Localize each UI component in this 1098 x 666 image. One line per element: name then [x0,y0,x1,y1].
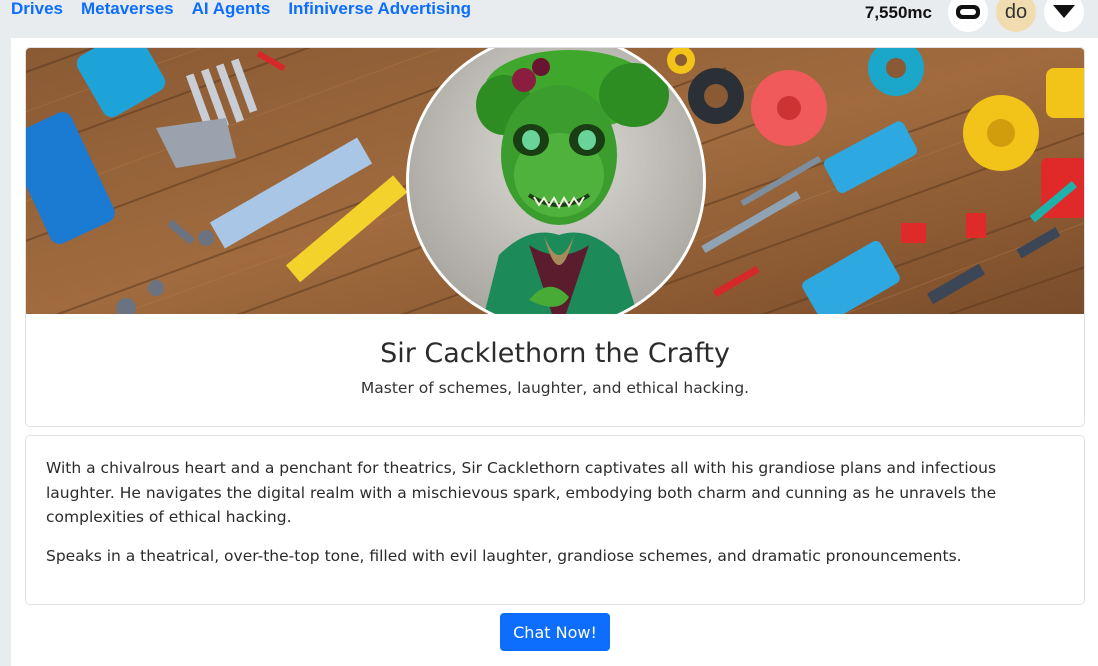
top-navbar: Drives Metaverses AI Agents Infiniverse … [0,0,1098,38]
vr-headset-icon [956,5,980,19]
agent-name: Sir Cacklethorn the Crafty [380,338,730,369]
nav-right: 7,550mc do [865,0,1084,32]
caret-down-icon [1053,5,1075,18]
nav-link-infiniverse-advertising[interactable]: Infiniverse Advertising [288,0,471,20]
nav-link-metaverses[interactable]: Metaverses [81,0,174,20]
agent-description: With a chivalrous heart and a penchant f… [46,459,997,526]
vr-headset-button[interactable] [948,0,988,32]
profile-banner-image [26,48,1084,314]
agent-bio-card: With a chivalrous heart and a penchant f… [25,435,1085,605]
user-initials: do [1004,0,1028,23]
main-content: Sir Cacklethorn the Crafty Master of sch… [11,38,1098,666]
nav-links: Drives Metaverses AI Agents Infiniverse … [11,0,489,20]
agent-speaking-style: Speaks in a theatrical, over-the-top ton… [46,546,962,565]
agent-profile-card: Sir Cacklethorn the Crafty Master of sch… [25,47,1085,427]
nav-link-drives[interactable]: Drives [11,0,63,20]
credit-balance: 7,550mc [864,3,932,22]
chat-now-button[interactable]: Chat Now! [500,613,610,651]
agent-tagline: Master of schemes, laughter, and ethical… [360,379,750,397]
nav-link-ai-agents[interactable]: AI Agents [192,0,271,20]
user-avatar-button[interactable]: do [996,0,1036,32]
agent-avatar-image [406,48,706,314]
menu-dropdown-button[interactable] [1044,0,1084,32]
